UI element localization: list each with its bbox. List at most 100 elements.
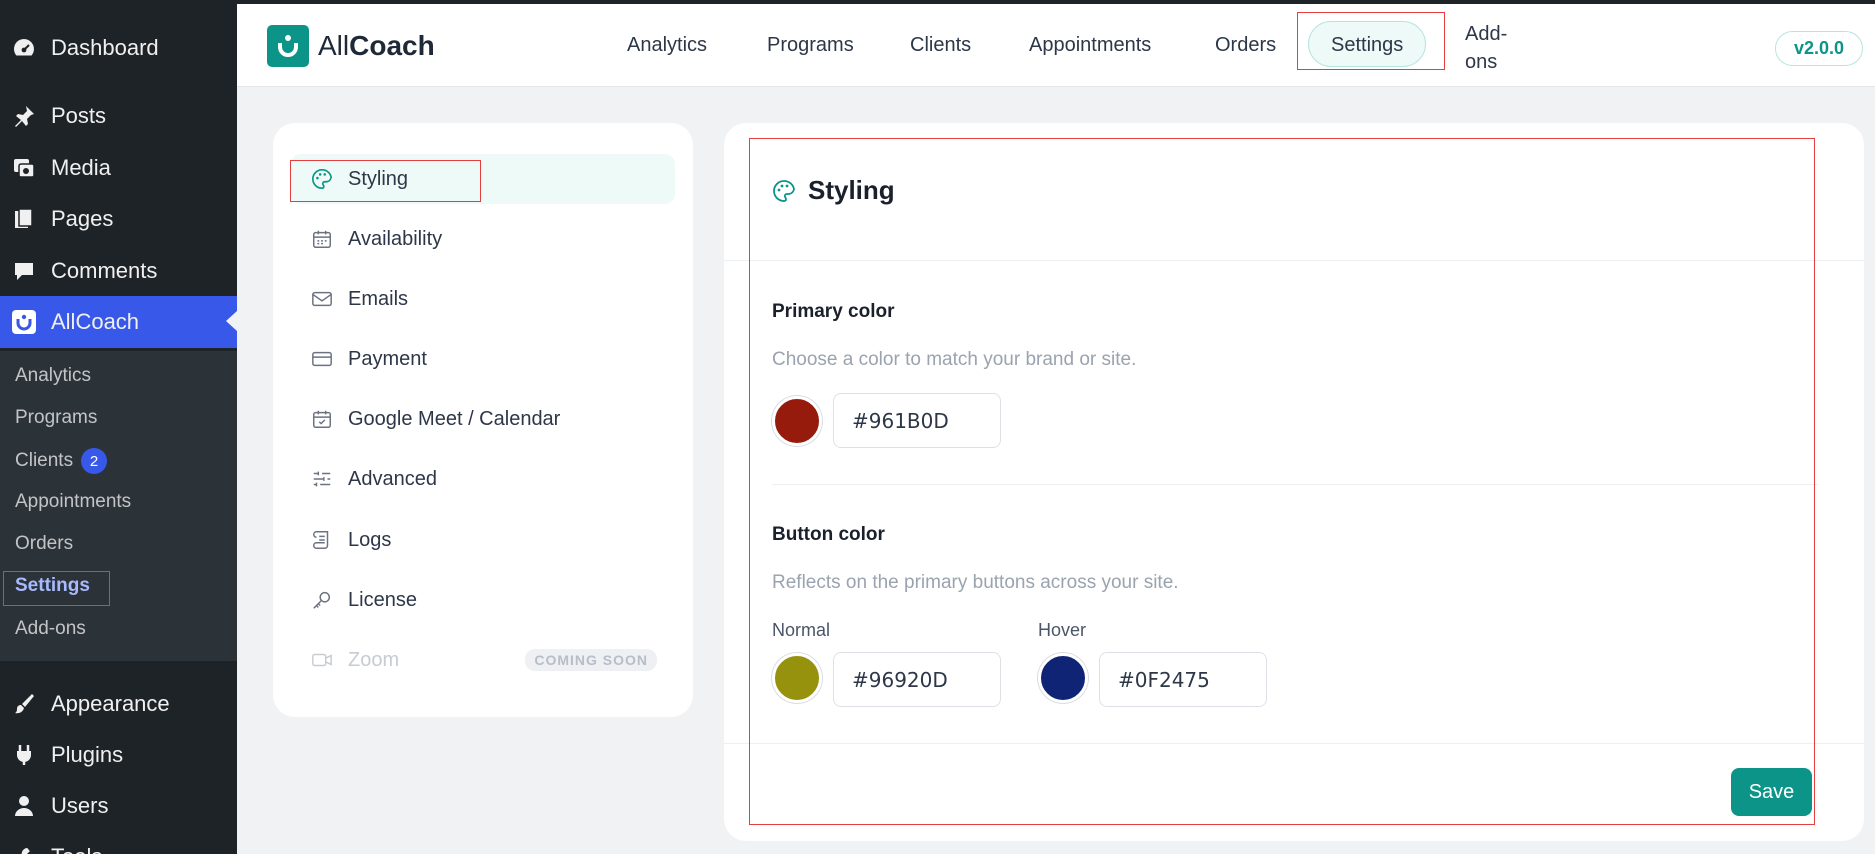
wp-menu-dashboard[interactable]: Dashboard xyxy=(0,23,237,73)
divider xyxy=(724,260,1864,261)
wp-menu-appearance[interactable]: Appearance xyxy=(0,679,237,729)
wp-menu-label: Users xyxy=(51,793,109,818)
key-icon xyxy=(310,588,334,612)
menu-item-label: Zoom xyxy=(348,648,400,671)
hover-label: Hover xyxy=(1038,620,1087,640)
settings-menu-logs[interactable]: Logs xyxy=(291,515,675,565)
wp-menu-tools[interactable]: Tools xyxy=(0,832,237,854)
button-color-description: Reflects on the primary buttons across y… xyxy=(772,572,1179,593)
normal-color-swatch[interactable] xyxy=(772,653,822,703)
nav-addons-line: ons xyxy=(1465,51,1498,73)
normal-label: Normal xyxy=(772,620,831,640)
dashboard-icon xyxy=(11,35,37,61)
divider xyxy=(724,743,1864,744)
settings-menu: Styling Availability Emails Payment Goog… xyxy=(273,123,693,717)
palette-icon xyxy=(310,167,334,191)
button-color-title: Button color xyxy=(772,524,885,545)
primary-color-title: Primary color xyxy=(772,301,895,322)
nav-clients[interactable]: Clients xyxy=(910,34,971,57)
wp-menu-users[interactable]: Users xyxy=(0,781,237,831)
scroll-icon xyxy=(310,528,334,552)
wp-menu-pages[interactable]: Pages xyxy=(0,194,237,244)
panel-title-text: Styling xyxy=(808,175,895,205)
primary-color-input[interactable] xyxy=(833,393,1001,448)
wp-menu-comments[interactable]: Comments xyxy=(0,246,237,296)
nav-analytics[interactable]: Analytics xyxy=(627,34,707,57)
calendar-check-icon xyxy=(310,407,334,431)
wp-submenu-appointments[interactable]: Appointments xyxy=(15,491,131,513)
wp-menu-label: Media xyxy=(51,155,111,180)
settings-menu-advanced[interactable]: Advanced xyxy=(291,454,675,504)
primary-color-description: Choose a color to match your brand or si… xyxy=(772,349,1137,370)
settings-menu-availability[interactable]: Availability xyxy=(291,214,675,264)
wp-menu-allcoach[interactable]: AllCoach xyxy=(0,296,237,348)
pin-icon xyxy=(11,103,37,129)
card-icon xyxy=(310,347,334,371)
hover-color-input[interactable] xyxy=(1099,652,1267,707)
wrench-icon xyxy=(11,844,37,854)
primary-color-swatch[interactable] xyxy=(772,396,822,446)
wp-menu-label: Posts xyxy=(51,103,107,128)
wp-admin-sidebar: Dashboard Posts Media Pages Comments All… xyxy=(0,0,237,854)
comment-icon xyxy=(11,258,37,284)
allcoach-logo-icon xyxy=(267,25,309,67)
clients-count-badge: 2 xyxy=(81,448,108,474)
menu-item-label: Availability xyxy=(348,227,443,250)
wp-submenu-settings[interactable]: Settings xyxy=(15,575,90,597)
app-header: AllCoach Analytics Programs Clients Appo… xyxy=(237,4,1875,87)
submenu-label: Add-ons xyxy=(15,618,86,639)
wp-menu-label: Pages xyxy=(51,206,114,231)
settings-menu-styling[interactable]: Styling xyxy=(291,154,675,204)
submenu-label: Appointments xyxy=(15,491,132,512)
logo-text-light: All xyxy=(318,30,350,61)
save-button[interactable]: Save xyxy=(1731,768,1812,816)
panel-title: Styling xyxy=(772,175,895,206)
submenu-label: Settings xyxy=(15,575,90,596)
wp-submenu-analytics[interactable]: Analytics xyxy=(15,365,91,387)
wp-submenu-programs[interactable]: Programs xyxy=(15,407,97,429)
media-icon xyxy=(11,155,37,181)
wp-menu-plugins[interactable]: Plugins xyxy=(0,730,237,780)
allcoach-logo[interactable]: AllCoach xyxy=(267,25,435,67)
settings-menu-license[interactable]: License xyxy=(291,575,675,625)
submenu-label: Programs xyxy=(15,407,98,428)
wp-menu-label: Plugins xyxy=(51,742,124,767)
allcoach-icon xyxy=(11,309,37,335)
wp-submenu-addons[interactable]: Add-ons xyxy=(15,618,86,640)
wp-menu-label: AllCoach xyxy=(51,309,140,334)
wp-submenu-clients[interactable]: Clients 2 xyxy=(15,448,108,474)
submenu-label: Orders xyxy=(15,533,74,554)
settings-menu-payment[interactable]: Payment xyxy=(291,334,675,384)
logo-text: AllCoach xyxy=(318,30,435,62)
hover-color-swatch[interactable] xyxy=(1038,653,1088,703)
version-badge: v2.0.0 xyxy=(1774,31,1863,66)
wp-menu-label: Dashboard xyxy=(51,35,159,60)
menu-item-label: Google Meet / Calendar xyxy=(348,407,561,430)
menu-item-label: Emails xyxy=(348,287,409,310)
nav-settings[interactable]: Settings xyxy=(1308,21,1427,67)
brush-icon xyxy=(11,691,37,717)
normal-color-input[interactable] xyxy=(833,652,1001,707)
pages-icon xyxy=(11,206,37,232)
nav-addons-line: Add- xyxy=(1465,23,1508,45)
wp-menu-posts[interactable]: Posts xyxy=(0,91,237,141)
nav-addons[interactable]: Add- ons xyxy=(1465,20,1507,76)
wp-submenu: Analytics Programs Clients 2 Appointment… xyxy=(0,351,237,661)
divider xyxy=(772,484,1818,485)
palette-icon xyxy=(772,179,796,203)
submenu-label: Clients xyxy=(15,450,74,471)
settings-menu-zoom: Zoom COMING SOON xyxy=(291,635,675,685)
wp-menu-media[interactable]: Media xyxy=(0,143,237,193)
wp-menu-label: Tools xyxy=(51,844,102,854)
settings-menu-emails[interactable]: Emails xyxy=(291,274,675,324)
coming-soon-badge: COMING SOON xyxy=(525,649,657,671)
settings-menu-google-meet[interactable]: Google Meet / Calendar xyxy=(291,394,675,444)
sliders-icon xyxy=(310,467,334,491)
nav-appointments[interactable]: Appointments xyxy=(1029,34,1151,57)
menu-item-label: Logs xyxy=(348,528,392,551)
nav-orders[interactable]: Orders xyxy=(1215,34,1276,57)
wp-submenu-orders[interactable]: Orders xyxy=(15,533,73,555)
submenu-label: Analytics xyxy=(15,365,92,386)
nav-programs[interactable]: Programs xyxy=(767,34,854,57)
menu-item-label: Advanced xyxy=(348,467,437,490)
